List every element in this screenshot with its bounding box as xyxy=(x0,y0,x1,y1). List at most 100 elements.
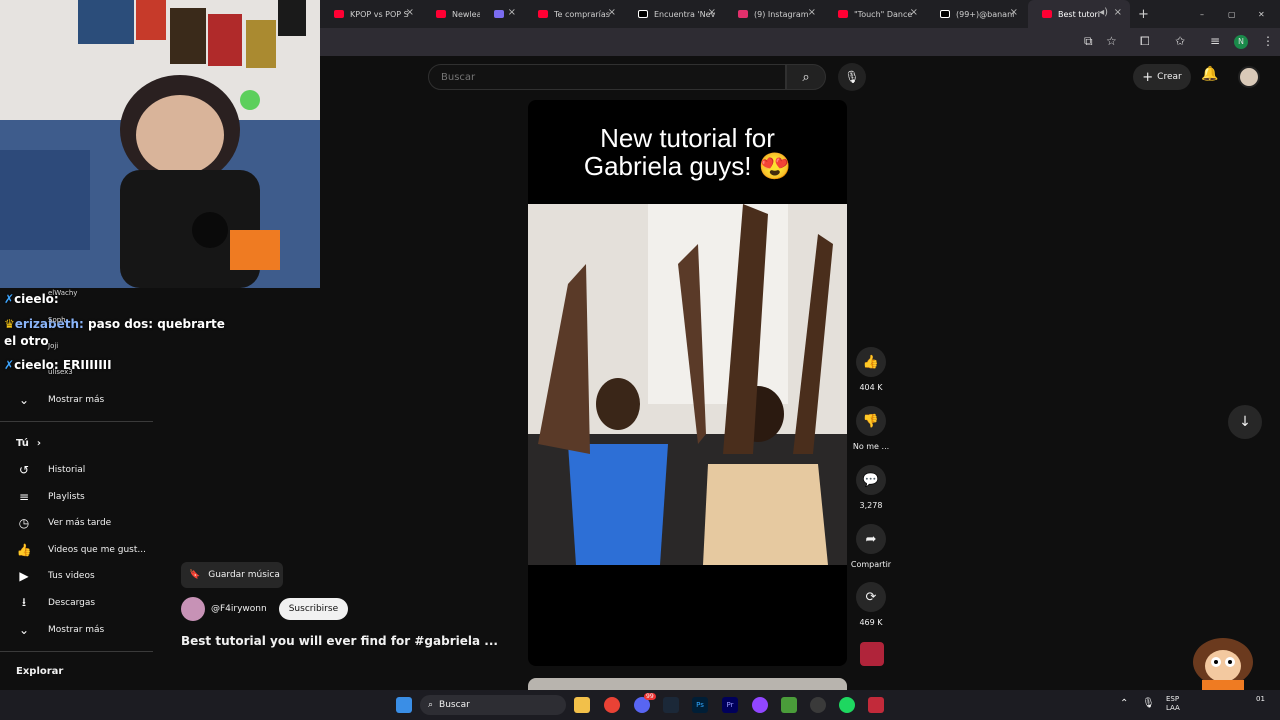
thumbs-down-icon[interactable]: 👎 xyxy=(856,406,886,436)
close-tab-icon[interactable]: × xyxy=(508,7,516,18)
notifications-bell-icon[interactable]: 🔔 xyxy=(1201,66,1218,82)
subscription-name: Joji xyxy=(48,342,59,350)
sidebar-item-history[interactable]: ↺ Historial xyxy=(0,457,153,483)
clock-icon: ◷ xyxy=(18,516,30,530)
steam-icon[interactable] xyxy=(663,697,679,713)
close-tab-icon[interactable]: × xyxy=(406,7,414,18)
chevron-up-icon[interactable]: ⌃ xyxy=(1120,698,1128,709)
youtube-icon xyxy=(436,10,446,18)
premiere-icon[interactable]: Pr xyxy=(722,697,738,713)
save-music-button[interactable]: 🔖 Guardar música xyxy=(181,562,283,588)
like-action[interactable]: 👍 404 K xyxy=(850,347,892,392)
browser-toolbar: ⧉ ☆ ⧠ ✩ ≡ N ⋮ xyxy=(320,28,1280,56)
obs-icon[interactable] xyxy=(810,697,826,713)
browser-tab[interactable]: (9) Instagram × xyxy=(724,0,824,28)
sound-thumbnail[interactable] xyxy=(860,642,884,666)
browser-tab[interactable]: KPOP vs POP S × xyxy=(320,0,422,28)
browser-tab-active[interactable]: Best tutori ◂) × xyxy=(1028,0,1130,28)
thumbs-up-icon: 👍 xyxy=(16,543,32,557)
chat-message: el otro xyxy=(4,334,49,348)
photoshop-icon[interactable]: Ps xyxy=(692,697,708,713)
language-indicator[interactable]: ESP LAA xyxy=(1166,695,1180,713)
channel-name[interactable]: @F4irywonn xyxy=(211,604,267,614)
dislike-action[interactable]: 👎 No me ... xyxy=(850,406,892,451)
next-short-preview[interactable] xyxy=(528,678,847,690)
browser-tab[interactable]: × xyxy=(480,0,524,28)
app-icon[interactable] xyxy=(868,697,884,713)
browser-tab[interactable]: Te comprarías × xyxy=(524,0,624,28)
sidebar-item-liked[interactable]: 👍 Videos que me gust... xyxy=(0,537,153,563)
speaker-icon[interactable]: ◂) xyxy=(1099,7,1108,18)
sidebar-show-more[interactable]: ⌄ Mostrar más xyxy=(0,387,153,413)
minecraft-icon[interactable] xyxy=(781,697,797,713)
close-window-icon[interactable]: ✕ xyxy=(1254,0,1274,28)
taskbar-search[interactable]: ⌕ Buscar xyxy=(420,695,566,715)
twitch-icon xyxy=(494,10,504,18)
instagram-icon xyxy=(738,10,748,18)
close-tab-icon[interactable]: × xyxy=(1010,7,1018,18)
browser-tab[interactable]: (99+)@banani × xyxy=(926,0,1026,28)
maximize-icon[interactable]: ▢ xyxy=(1224,0,1244,28)
youtube-icon xyxy=(538,10,548,18)
remix-icon[interactable]: ⟳ xyxy=(856,582,886,612)
sidebar-show-more[interactable]: ⌄ Mostrar más xyxy=(0,617,153,643)
extensions-icon[interactable]: ⧠ xyxy=(1140,34,1150,49)
chat-message: ♛erizabeth: paso dos: quebrarte xyxy=(4,317,225,331)
remix-action[interactable]: ⟳ 469 K xyxy=(850,582,892,627)
profile-avatar[interactable]: N xyxy=(1234,35,1248,49)
comment-icon[interactable]: 💬 xyxy=(856,465,886,495)
divider xyxy=(0,651,153,652)
short-video-player[interactable]: New tutorial for Gabriela guys! 😍 xyxy=(528,100,847,666)
playlist-icon: ≡ xyxy=(18,490,30,504)
sidebar-item-your-videos[interactable]: ▶ Tus videos xyxy=(0,563,153,589)
twitch-icon[interactable] xyxy=(752,697,768,713)
file-explorer-icon[interactable] xyxy=(574,697,590,713)
favorites-icon[interactable]: ✩ xyxy=(1175,34,1185,48)
browser-tab[interactable]: "Touch" Dance × xyxy=(824,0,926,28)
mascot-image xyxy=(1193,638,1253,690)
account-avatar[interactable] xyxy=(1238,66,1260,88)
youtube-sidebar: ⌄ Mostrar más Tú › ↺ Historial ≡ Playlists ◷… xyxy=(0,385,153,695)
close-tab-icon[interactable]: × xyxy=(708,7,716,18)
chevron-right-icon: › xyxy=(36,437,41,449)
create-button[interactable]: + Crear xyxy=(1133,64,1191,90)
windows-start-icon[interactable] xyxy=(396,697,412,713)
sidebar-item-playlists[interactable]: ≡ Playlists xyxy=(0,484,153,510)
browser-tab-bar: KPOP vs POP S× Newleans× × Te comprarías… xyxy=(320,0,1280,28)
youtube-icon xyxy=(838,10,848,18)
search-input[interactable] xyxy=(429,65,785,90)
thumbs-up-icon[interactable]: 👍 xyxy=(856,347,886,377)
close-tab-icon[interactable]: × xyxy=(910,7,918,18)
media-control-icon[interactable]: ≡ xyxy=(1210,34,1220,48)
menu-kebab-icon[interactable]: ⋮ xyxy=(1262,34,1274,48)
sidebar-you-header[interactable]: Tú › xyxy=(0,430,153,456)
webcam-image xyxy=(0,0,320,288)
sidebar-item-downloads[interactable]: ⭳ Descargas xyxy=(0,590,153,616)
search-button[interactable]: ⌕ xyxy=(786,64,826,90)
channel-row: @F4irywonn Suscribirse xyxy=(181,597,349,621)
channel-avatar[interactable] xyxy=(181,597,205,621)
clock[interactable]: 01 xyxy=(1256,695,1265,703)
browser-tab[interactable]: Encuentra 'Nev × xyxy=(624,0,724,28)
bookmark-star-icon[interactable]: ☆ xyxy=(1106,34,1117,48)
close-tab-icon[interactable]: × xyxy=(1114,7,1122,18)
chrome-icon[interactable] xyxy=(604,697,620,713)
tiktok-icon xyxy=(638,10,648,18)
comments-action[interactable]: 💬 3,278 xyxy=(850,465,892,510)
microphone-icon[interactable]: 🎙 xyxy=(1142,698,1155,709)
video-title[interactable]: Best tutorial you will ever find for #ga… xyxy=(181,634,498,648)
spotify-icon[interactable] xyxy=(839,697,855,713)
close-tab-icon[interactable]: × xyxy=(608,7,616,18)
tiktok-icon xyxy=(940,10,950,18)
verified-icon: ✗ xyxy=(4,292,15,306)
next-video-button[interactable]: ↓ xyxy=(1228,405,1262,439)
minimize-icon[interactable]: – xyxy=(1196,0,1216,28)
share-action[interactable]: ➦ Compartir xyxy=(850,524,892,569)
share-icon[interactable]: ➦ xyxy=(856,524,886,554)
close-tab-icon[interactable]: × xyxy=(808,7,816,18)
subscribe-button[interactable]: Suscribirse xyxy=(278,598,349,620)
cast-icon[interactable]: ⧉ xyxy=(1084,34,1093,49)
voice-search-button[interactable]: 🎙 xyxy=(838,63,866,91)
sidebar-item-watch-later[interactable]: ◷ Ver más tarde xyxy=(0,510,153,536)
new-tab-button[interactable]: + xyxy=(1132,0,1156,28)
